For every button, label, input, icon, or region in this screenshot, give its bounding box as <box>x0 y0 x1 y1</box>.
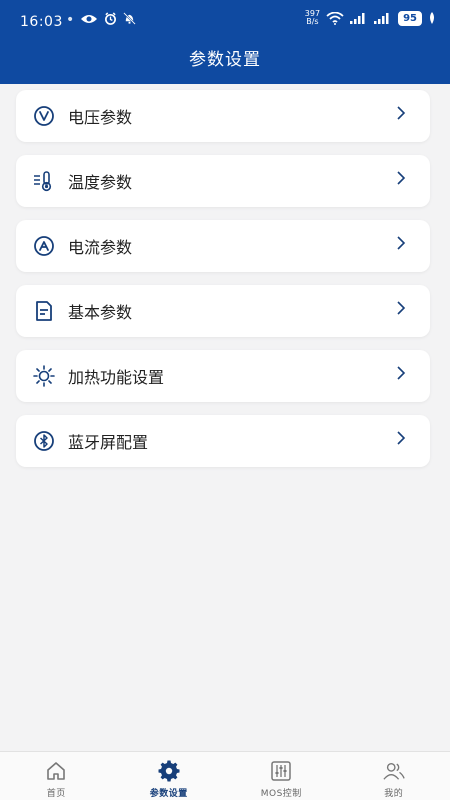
menu-item-label: 电压参数 <box>68 108 133 127</box>
bottom-tab-bar: 首页 参数设置 MOS控制 我的 <box>0 751 450 800</box>
net-speed-unit: B/s <box>306 17 319 26</box>
tab-home[interactable]: 首页 <box>0 752 113 800</box>
gear-icon <box>158 760 180 782</box>
user-icon <box>383 760 405 782</box>
menu-item-label: 基本参数 <box>68 303 133 322</box>
status-icons-right: 397 B/s 95 <box>305 10 436 26</box>
voltage-icon <box>32 104 56 128</box>
current-icon <box>32 234 56 258</box>
menu-item-label: 蓝牙屏配置 <box>68 433 149 452</box>
home-icon <box>45 760 67 782</box>
alarm-icon <box>105 12 116 25</box>
tab-label: MOS控制 <box>260 789 302 799</box>
menu-item-bluetooth-screen[interactable]: 蓝牙屏配置 <box>16 415 430 467</box>
tab-mos-control[interactable]: MOS控制 <box>225 752 338 800</box>
status-bar: 16:03 • 397 B/s 95 <box>0 0 450 44</box>
status-icons-left <box>80 12 136 25</box>
status-time: 16:03 <box>20 14 63 30</box>
chevron-right-icon <box>397 366 406 380</box>
menu-item-voltage[interactable]: 电压参数 <box>16 90 430 142</box>
leaf-icon <box>430 12 434 24</box>
sun-icon <box>32 364 56 388</box>
tab-label: 参数设置 <box>149 789 188 799</box>
menu-item-current[interactable]: 电流参数 <box>16 220 430 272</box>
tab-settings[interactable]: 参数设置 <box>113 752 226 800</box>
network-speed: 397 B/s <box>305 10 320 26</box>
menu-item-label: 温度参数 <box>68 173 133 192</box>
page-header: 参数设置 <box>0 44 450 84</box>
menu-item-basic[interactable]: 基本参数 <box>16 285 430 337</box>
tab-label: 我的 <box>384 789 404 799</box>
status-dot: • <box>66 12 75 28</box>
menu-item-heating[interactable]: 加热功能设置 <box>16 350 430 402</box>
chevron-right-icon <box>397 236 406 250</box>
chevron-right-icon <box>397 301 406 315</box>
bell-muted-icon <box>123 12 136 25</box>
wifi-icon <box>326 11 344 25</box>
bluetooth-icon <box>32 429 56 453</box>
tab-label: 首页 <box>46 789 66 799</box>
tab-mine[interactable]: 我的 <box>338 752 450 800</box>
eye-icon <box>81 14 97 23</box>
page-title: 参数设置 <box>189 50 261 70</box>
signal-icon <box>350 13 365 24</box>
menu-item-label: 电流参数 <box>68 238 133 257</box>
signal-icon-2 <box>374 13 389 24</box>
battery-level: 95 <box>398 10 422 26</box>
chevron-right-icon <box>397 171 406 185</box>
thermometer-icon <box>32 169 56 193</box>
chevron-right-icon <box>397 106 406 120</box>
document-icon <box>32 299 56 323</box>
chevron-right-icon <box>397 431 406 445</box>
menu-item-temperature[interactable]: 温度参数 <box>16 155 430 207</box>
menu-item-label: 加热功能设置 <box>68 368 165 387</box>
sliders-icon <box>270 760 292 782</box>
